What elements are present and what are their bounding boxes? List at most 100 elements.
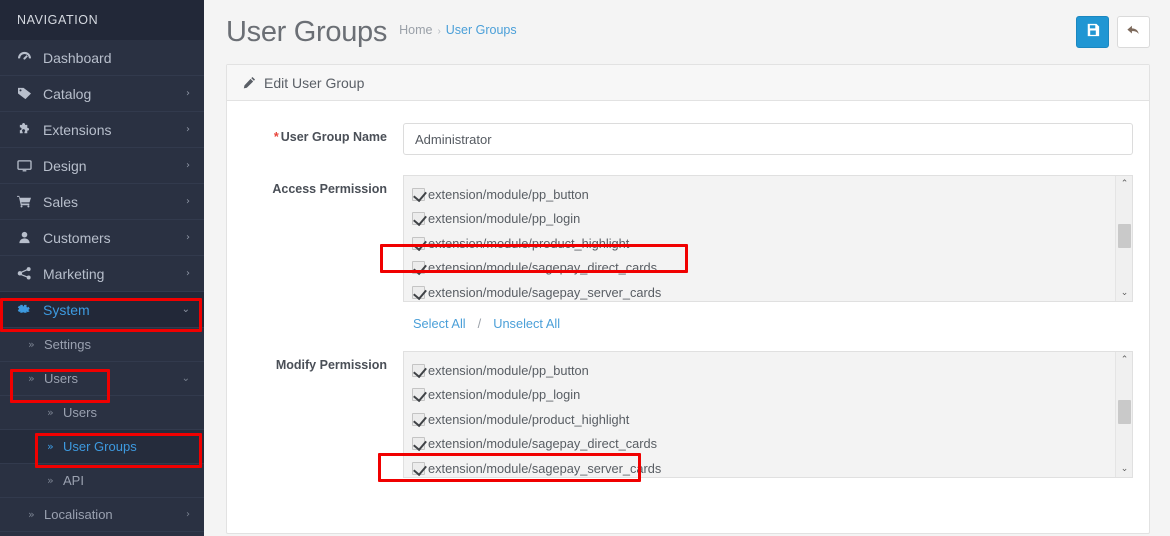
sidebar-item-users-group[interactable]: » Users ⌄ [0, 362, 204, 396]
permission-label: extension/module/pp_login [428, 211, 581, 227]
double-chevron-icon: » [28, 508, 35, 521]
checkbox-checked-icon[interactable] [412, 212, 425, 226]
dashboard-icon [17, 51, 39, 64]
user-icon [17, 231, 39, 244]
checkbox-checked-icon[interactable] [412, 261, 425, 275]
sidebar-item-settings[interactable]: » Settings [0, 328, 204, 362]
checkbox-checked-icon[interactable] [412, 363, 425, 377]
permission-item[interactable]: extension/module/pp_button [412, 358, 1115, 383]
unselect-all-link[interactable]: Unselect All [493, 316, 560, 331]
gear-icon [17, 303, 39, 317]
checkbox-checked-icon[interactable] [412, 285, 425, 299]
panel-body: *User Group Name Access Permission [227, 101, 1149, 508]
modify-permission-control: extension/module/pp_button extension/mod… [403, 351, 1133, 478]
label-text: User Group Name [280, 130, 387, 144]
sidebar-item-design[interactable]: Design › [0, 148, 204, 184]
breadcrumb-home[interactable]: Home [399, 23, 432, 37]
cart-icon [17, 195, 39, 208]
permission-item[interactable]: extension/module/sagepay_server_cards [412, 280, 1115, 301]
user-group-name-input[interactable] [403, 123, 1133, 155]
sidebar-item-catalog[interactable]: Catalog › [0, 76, 204, 112]
access-permission-control: extension/module/pp_button extension/mod… [403, 175, 1133, 331]
double-chevron-icon: » [47, 440, 54, 453]
modify-permission-scrollbar[interactable]: ⌃ ⌄ [1115, 352, 1132, 477]
sidebar-item-dashboard[interactable]: Dashboard [0, 40, 204, 76]
permission-item[interactable]: extension/module/pp_login [412, 207, 1115, 232]
sidebar-item-system[interactable]: System ⌄ [0, 292, 204, 328]
sidebar-item-label: Marketing [43, 265, 105, 282]
permission-item[interactable]: extension/module/sagepay_direct_cards [412, 432, 1115, 457]
sidebar-subitem-label: Users [44, 371, 78, 386]
sidebar-item-api[interactable]: » API [0, 464, 204, 498]
share-icon [17, 267, 39, 280]
permission-item[interactable]: extension/module/product_highlight [412, 231, 1115, 256]
breadcrumb-current[interactable]: User Groups [446, 23, 517, 37]
checkbox-checked-icon[interactable] [412, 461, 425, 475]
chevron-right-icon: › [186, 268, 190, 279]
sidebar-item-users[interactable]: » Users [0, 396, 204, 430]
breadcrumb: Home › User Groups [399, 23, 517, 41]
sidebar-item-label: Extensions [43, 121, 112, 138]
select-all-link[interactable]: Select All [413, 316, 466, 331]
checkbox-checked-icon[interactable] [412, 412, 425, 426]
scroll-down-icon[interactable]: ⌄ [1116, 285, 1132, 301]
scrollbar-thumb[interactable] [1118, 400, 1131, 424]
double-chevron-icon: » [47, 474, 54, 487]
required-marker: * [273, 130, 279, 144]
permission-label: extension/module/sagepay_server_cards [428, 460, 662, 476]
monitor-icon [17, 159, 39, 172]
permission-item[interactable]: extension/module/product_highlight [412, 407, 1115, 432]
sidebar-item-customers[interactable]: Customers › [0, 220, 204, 256]
scroll-down-icon[interactable]: ⌄ [1116, 461, 1132, 477]
sidebar-subitem-label: User Groups [63, 439, 137, 454]
back-arrow-icon [1126, 23, 1141, 42]
scroll-up-icon[interactable]: ⌃ [1116, 176, 1132, 192]
double-chevron-icon: » [47, 406, 54, 419]
permission-item[interactable]: extension/module/sagepay_server_cards [412, 456, 1115, 477]
checkbox-checked-icon[interactable] [412, 437, 425, 451]
checkbox-checked-icon[interactable] [412, 187, 425, 201]
scrollbar-thumb[interactable] [1118, 224, 1131, 248]
user-group-name-control [403, 123, 1133, 155]
double-chevron-icon: » [28, 338, 35, 351]
save-button[interactable] [1076, 16, 1109, 48]
chevron-down-icon: ⌄ [181, 304, 190, 315]
form-row-modify-permission: Modify Permission extension/module/pp_bu… [243, 351, 1133, 478]
sidebar-item-label: Catalog [43, 85, 92, 102]
sidebar-item-localisation[interactable]: » Localisation › [0, 498, 204, 532]
scroll-up-icon[interactable]: ⌃ [1116, 352, 1132, 368]
sidebar-subitem-label: Users [63, 405, 97, 420]
main-content: User Groups Home › User Groups Edit User… [204, 0, 1170, 536]
edit-user-group-panel: Edit User Group *User Group Name Access … [226, 64, 1150, 534]
permission-label: extension/module/product_highlight [428, 411, 630, 427]
sidebar-item-marketing[interactable]: Marketing › [0, 256, 204, 292]
panel-heading-label: Edit User Group [264, 74, 365, 91]
user-group-name-label: * User Group Name [243, 123, 403, 144]
permission-item[interactable]: extension/module/sagepay_direct_cards [412, 256, 1115, 281]
permission-label: extension/module/sagepay_server_cards [428, 284, 662, 300]
admin-page: NAVIGATION Dashboard Catalog › Extension… [0, 0, 1170, 536]
permission-item[interactable]: extension/module/pp_login [412, 383, 1115, 408]
sidebar-item-extensions[interactable]: Extensions › [0, 112, 204, 148]
sidebar-item-label: System [43, 301, 90, 318]
access-permission-list: extension/module/pp_button extension/mod… [404, 176, 1115, 301]
chevron-right-icon: › [186, 124, 190, 135]
permission-label: extension/module/pp_button [428, 186, 589, 202]
links-separator: / [477, 316, 482, 331]
permission-item[interactable]: extension/module/pp_button [412, 182, 1115, 207]
permission-label: extension/module/sagepay_direct_cards [428, 260, 658, 276]
permission-label: extension/module/product_highlight [428, 235, 630, 251]
chevron-right-icon: › [186, 232, 190, 243]
sidebar-item-user-groups[interactable]: » User Groups [0, 430, 204, 464]
permission-label: extension/module/pp_login [428, 387, 581, 403]
checkbox-checked-icon[interactable] [412, 236, 425, 250]
chevron-right-icon: › [186, 88, 190, 99]
page-title: User Groups [226, 15, 388, 48]
checkbox-checked-icon[interactable] [412, 388, 425, 402]
access-permission-scrollbar[interactable]: ⌃ ⌄ [1115, 176, 1132, 301]
sidebar-item-label: Customers [43, 229, 111, 246]
modify-permission-label: Modify Permission [275, 358, 387, 372]
sidebar-item-sales[interactable]: Sales › [0, 184, 204, 220]
back-button[interactable] [1117, 16, 1150, 48]
sidebar-title: NAVIGATION [0, 0, 204, 40]
